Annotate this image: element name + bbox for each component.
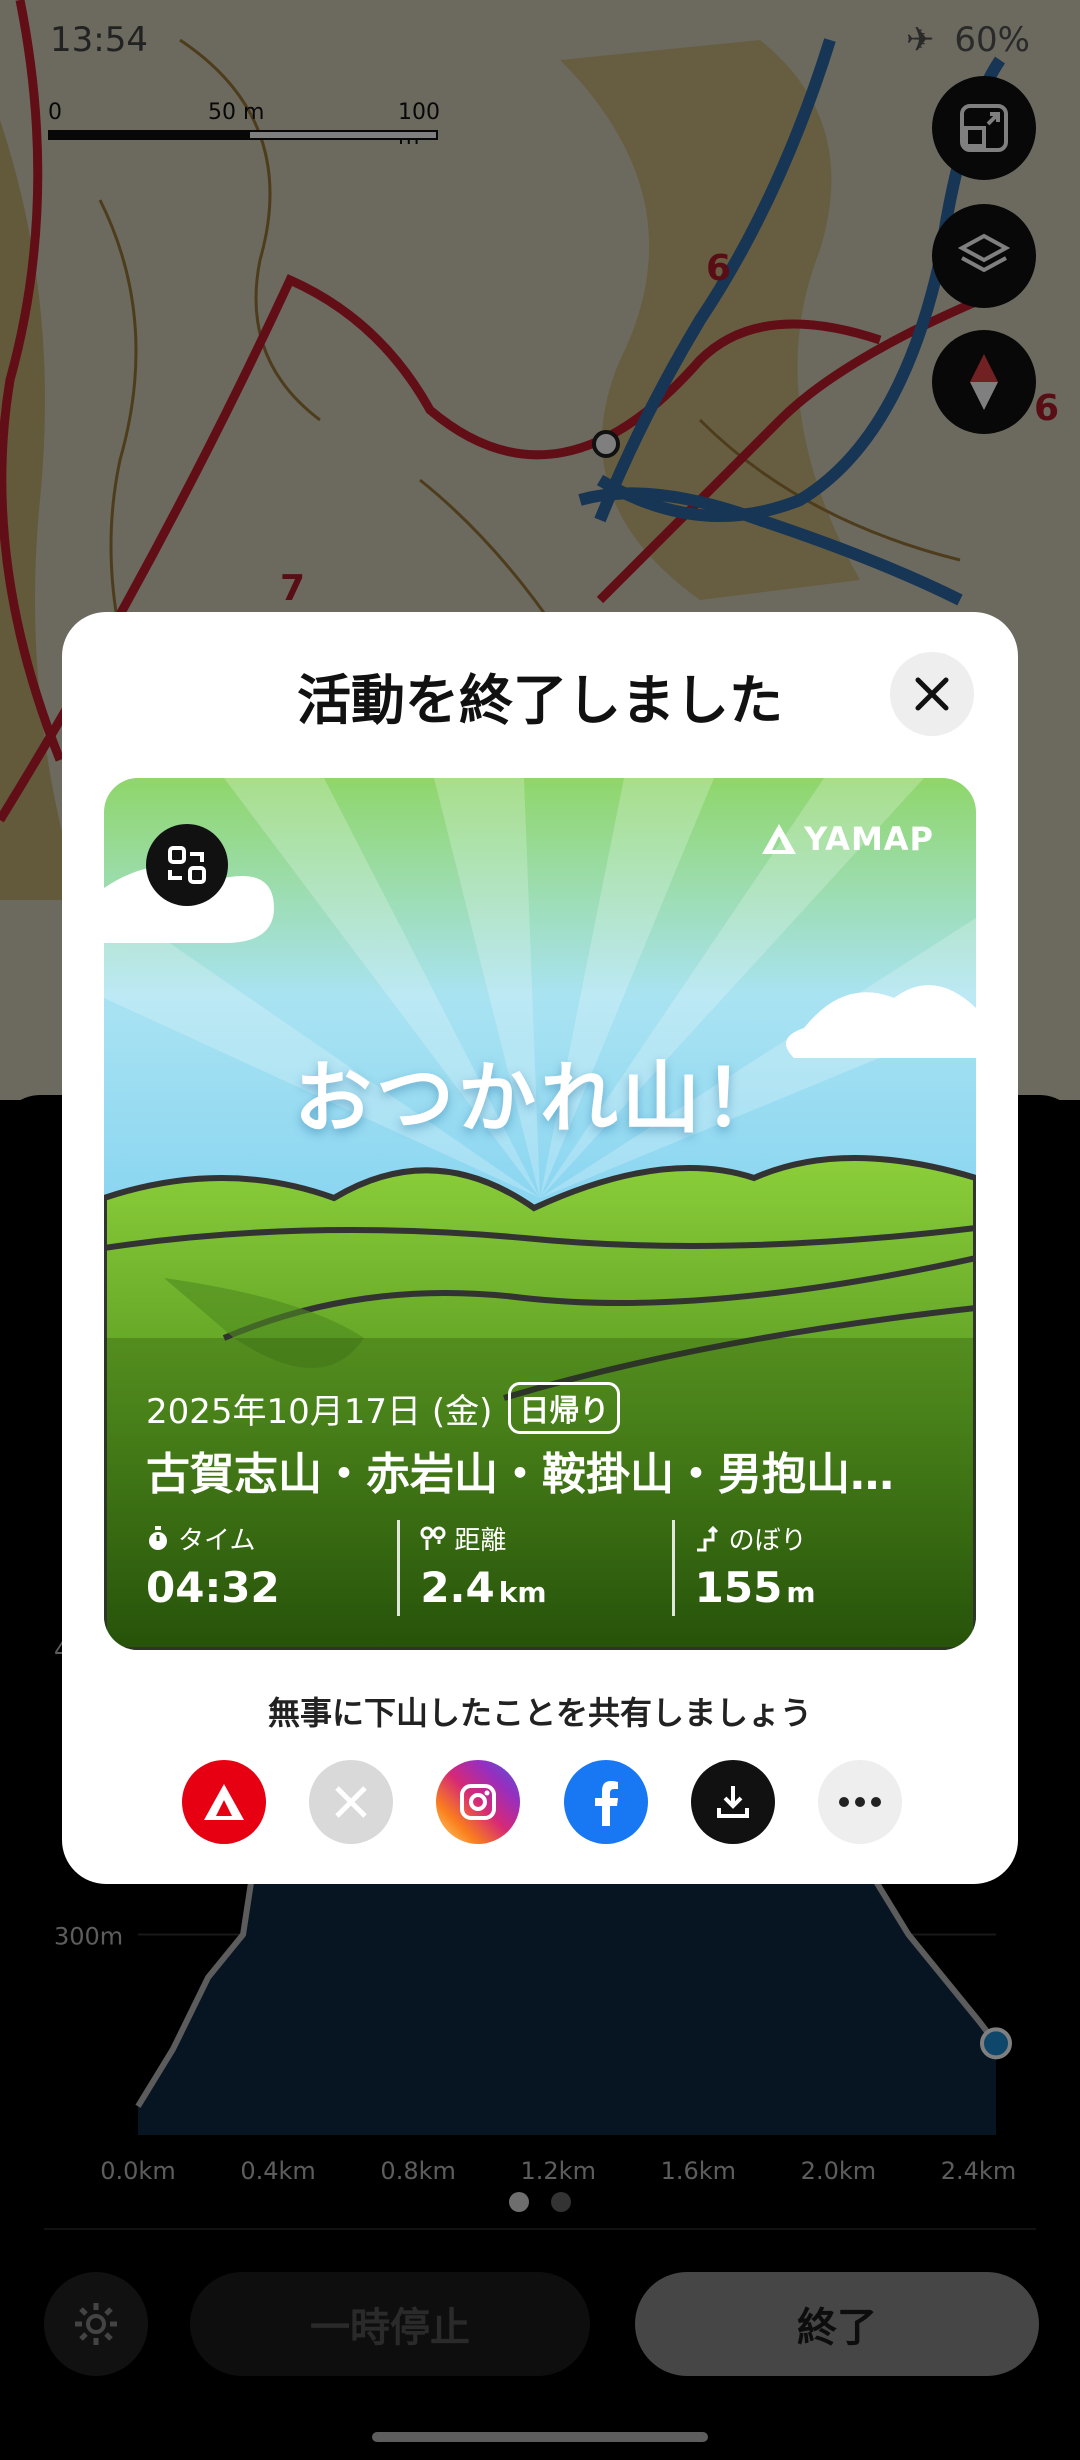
swap-card-button[interactable] [146, 824, 228, 906]
download-button[interactable] [690, 1760, 775, 1844]
stat-value: 04:32 [146, 1563, 280, 1612]
swap-icon [168, 846, 206, 884]
stat-ascent: のぼり 155 m [671, 1520, 946, 1616]
share-prompt: 無事に下山したことを共有しましょう [267, 1694, 812, 1732]
facebook-icon [594, 1781, 618, 1826]
mountain-names: 古賀志山・赤岩山・鞍掛山・男抱山… [146, 1449, 894, 1500]
close-icon [915, 677, 949, 711]
more-share-button[interactable] [817, 1760, 902, 1844]
stat-label: 距離 [454, 1526, 507, 1556]
instagram-icon [460, 1784, 497, 1820]
stat-distance: 距離 2.4 km [397, 1520, 671, 1616]
close-button[interactable] [890, 652, 974, 736]
yamap-logo: YAMAP [762, 820, 934, 858]
stat-unit: m [786, 1576, 816, 1609]
more-icon [838, 1797, 881, 1807]
activity-date-row: 2025年10月17日 (金) 日帰り [146, 1382, 621, 1434]
x-logo-icon [335, 1786, 367, 1818]
share-x-button[interactable] [309, 1760, 394, 1844]
stat-value: 2.4 [420, 1563, 495, 1612]
trip-type-badge: 日帰り [508, 1382, 621, 1434]
stat-time: タイム 04:32 [146, 1520, 397, 1616]
stat-value: 155 [694, 1563, 783, 1612]
stat-label: のぼり [728, 1526, 807, 1556]
activity-stats: タイム 04:32 距離 2.4 km のぼり 155 m [146, 1520, 946, 1616]
dialog-title: 活動を終了しました [297, 669, 783, 732]
download-icon [716, 1786, 749, 1818]
yamap-icon [204, 1784, 244, 1820]
distance-icon [420, 1526, 446, 1550]
share-facebook-button[interactable] [563, 1760, 648, 1844]
ascent-icon [696, 1525, 718, 1551]
activity-finished-dialog: 活動を終了しました YAMAP おつかれ山！ 2025年10月17日 (金) 日… [62, 612, 1018, 1884]
brand-text: YAMAP [804, 820, 934, 858]
share-yamap-button[interactable] [182, 1760, 266, 1844]
share-buttons [182, 1760, 902, 1844]
yamap-logo-icon [762, 824, 797, 854]
summary-card: YAMAP おつかれ山！ 2025年10月17日 (金) 日帰り 古賀志山・赤岩… [104, 778, 976, 1650]
stat-label: タイム [178, 1526, 256, 1556]
stopwatch-icon [149, 1525, 167, 1550]
activity-date: 2025年10月17日 (金) [146, 1391, 493, 1432]
stat-unit: km [498, 1576, 547, 1609]
card-headline: おつかれ山！ [293, 1054, 786, 1144]
share-instagram-button[interactable] [436, 1760, 521, 1844]
